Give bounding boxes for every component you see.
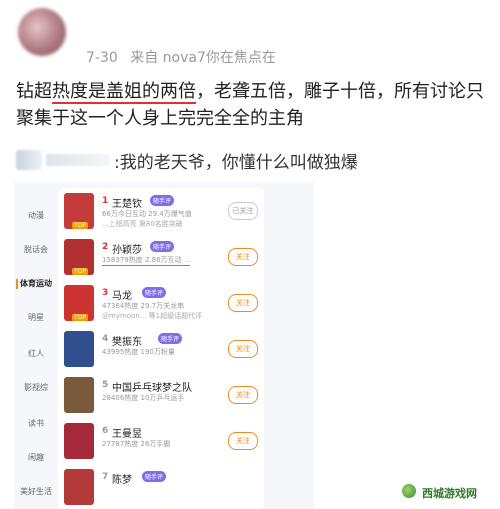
comment-avatar[interactable] [16,150,42,170]
item-sub: @mymoon... 等1超级话题代评 [102,312,203,320]
post-date: 7-30 [86,50,118,66]
follow-button[interactable]: 关注 [228,340,258,358]
rank-number: 1 [102,196,109,206]
badge: 随手评 [150,195,175,206]
rank-number: 3 [102,288,109,298]
follow-button[interactable]: 关注 [228,294,258,312]
follow-button[interactable]: 关注 [228,248,258,266]
list-item[interactable]: 6 王曼昱 27787热度 26万手霸 关注 [58,418,264,464]
item-name: 马龙 [112,291,132,302]
category-item[interactable]: 美好生活 [14,486,58,497]
rank-number: 2 [102,242,109,252]
category-item[interactable]: 读书 [14,418,58,429]
category-sidebar: 动漫 脱话会 体育运动 明星 红人 影视综 读书 闲趣 美好生活 [14,182,58,509]
avatar[interactable] [18,8,66,56]
badge: 随手评 [150,241,175,252]
follow-button[interactable]: 关注 [228,386,258,404]
list-item[interactable]: 5 中国乒乓球梦之队 28406热度 10万乒乓运手 关注 [58,372,264,418]
category-item-active[interactable]: 体育运动 [14,278,60,289]
thumbnail [64,423,94,459]
rank-number: 5 [102,380,109,390]
rank-number: 4 [102,334,109,344]
category-item[interactable]: 影视综 [14,382,58,393]
site-logo-icon [402,484,416,498]
comment-username[interactable] [46,154,110,166]
post-text-highlight: 热度是盖姐的两倍 [52,81,196,104]
followed-button[interactable]: 已关注 [228,202,258,220]
follow-button[interactable]: 关注 [228,432,258,450]
list-item[interactable]: TOP 3 马龙 随手评 47364热度 29.7万关龙串 @mymoon...… [58,280,264,326]
item-name: 中国乒乓球梦之队 [112,383,192,394]
item-name: 王楚钦 [112,199,142,210]
item-name: 孙颖莎 [112,245,142,256]
item-name: 樊振东 [112,337,142,348]
post-body: 钻超热度是盖姐的两倍，老聋五倍，雕子十倍，所有讨论只聚集于这一个人身上完完全全的… [16,78,486,132]
post-text-part-1: 钻超 [16,81,52,102]
thumbnail [64,331,94,367]
badge: 随手评 [158,333,183,344]
badge: 随手评 [142,471,167,482]
watermark-text: 西城游戏网 [422,487,477,500]
list-item[interactable]: 7 陈梦 随手评 [58,464,264,509]
rank-number: 6 [102,426,109,436]
post-header: 7-30 来自 nova7你在焦点在 [0,0,500,70]
list-item[interactable]: TOP 1 王楚钦 随手评 66万今日互动 29.4万爆气值 ...上榜高亮 第… [58,188,264,234]
list-item[interactable]: TOP 2 孙颖莎 随手评 158379热度 2.86万互动 ... 关注 [58,234,264,280]
item-stats: 66万今日互动 29.4万爆气值 [102,210,192,218]
thumbnail: TOP [64,193,94,229]
ranking-list: TOP 1 王楚钦 随手评 66万今日互动 29.4万爆气值 ...上榜高亮 第… [58,188,264,509]
category-item[interactable]: 红人 [14,348,58,359]
post-source[interactable]: 来自 nova7你在焦点在 [130,50,276,66]
item-sub: ...上榜高亮 第80名胜突破 [102,220,183,228]
thumbnail: TOP [64,285,94,321]
item-stats: 43995热度 190万粉量 [102,348,175,356]
thumbnail: TOP [64,239,94,275]
category-item[interactable]: 脱话会 [14,244,58,255]
item-stats: 27787热度 26万手霸 [102,440,171,448]
item-name: 陈梦 [112,475,132,486]
item-name: 王曼昱 [112,429,142,440]
thumbnail [64,469,94,505]
comment-text: :我的老天爷，你懂什么叫做独爆 [114,153,358,173]
item-stats: 158379热度 2.86万互动 ... [102,256,191,266]
thumbnail [64,377,94,413]
badge: 随手评 [142,287,167,298]
rank-number: 7 [102,472,109,482]
category-item[interactable]: 闲趣 [14,452,58,463]
item-stats: 47364热度 29.7万关龙串 [102,302,185,310]
list-item[interactable]: 4 樊振东 随手评 43995热度 190万粉量 关注 [58,326,264,372]
embedded-screenshot: 动漫 脱话会 体育运动 明星 红人 影视综 读书 闲趣 美好生活 TOP 1 王… [14,182,314,509]
watermark: 西城游戏网 [396,481,496,503]
post-meta: 7-30 来自 nova7你在焦点在 [86,47,284,67]
comment: :我的老天爷，你懂什么叫做独爆 [16,148,486,174]
category-item[interactable]: 动漫 [14,210,58,221]
item-stats: 28406热度 10万乒乓运手 [102,394,185,402]
category-item[interactable]: 明星 [14,312,58,323]
